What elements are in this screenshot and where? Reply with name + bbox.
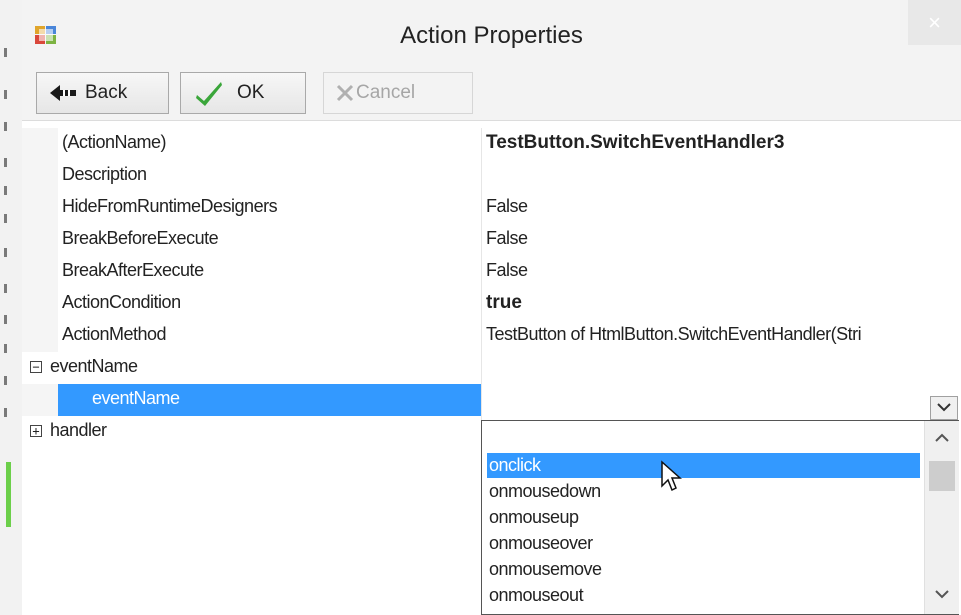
title-bar: Action Properties × [22, 0, 961, 70]
chevron-down-icon [937, 399, 951, 417]
list-item[interactable]: onmousemove [487, 557, 920, 582]
property-name: (ActionName) [62, 132, 167, 152]
property-name: BreakAfterExecute [62, 260, 204, 280]
back-label: Back [85, 82, 128, 103]
scroll-up-icon[interactable] [925, 427, 959, 449]
property-name: eventName [92, 388, 180, 408]
back-button[interactable]: Back [36, 72, 169, 114]
property-value: TestButton.SwitchEventHandler3 [486, 132, 785, 153]
property-value: true [486, 292, 522, 313]
list-item[interactable]: onmouseover [487, 531, 920, 556]
scroll-down-icon[interactable] [925, 583, 959, 605]
background-window-edge [0, 0, 23, 615]
property-value: TestButton of HtmlButton.SwitchEventHand… [486, 324, 862, 344]
property-row[interactable]: ActionMethod TestButton of HtmlButton.Sw… [22, 320, 961, 352]
group-name: eventName [50, 356, 138, 376]
checkmark-icon [195, 79, 223, 107]
action-properties-dialog: Action Properties × Back OK Cancel (Acti… [22, 0, 961, 615]
property-name: ActionCondition [62, 292, 181, 312]
scrollbar-thumb[interactable] [929, 461, 955, 491]
expand-icon[interactable]: + [30, 425, 42, 437]
ok-button[interactable]: OK [180, 72, 306, 114]
group-name: handler [50, 420, 107, 440]
cancel-button[interactable]: Cancel [323, 72, 473, 114]
property-row[interactable]: BreakAfterExecute False [22, 256, 961, 288]
property-row-eventname-selected[interactable]: eventName [22, 384, 961, 416]
property-name: HideFromRuntimeDesigners [62, 196, 278, 216]
ok-label: OK [237, 82, 265, 103]
property-value: False [486, 196, 528, 216]
property-row[interactable]: BreakBeforeExecute False [22, 224, 961, 256]
list-item[interactable]: onmouseup [487, 505, 920, 530]
collapse-icon[interactable]: − [30, 361, 42, 373]
toolbar: Back OK Cancel [22, 70, 961, 121]
cancel-x-icon [336, 84, 354, 102]
property-row[interactable]: HideFromRuntimeDesigners False [22, 192, 961, 224]
list-item[interactable]: onmouseout [487, 583, 920, 608]
property-name: BreakBeforeExecute [62, 228, 219, 248]
list-item[interactable]: onmousedown [487, 479, 920, 504]
property-row[interactable]: ActionCondition true [22, 288, 961, 320]
dropdown-toggle-button[interactable] [930, 396, 958, 420]
property-name: Description [62, 164, 147, 184]
property-row[interactable]: Description [22, 160, 961, 192]
close-button[interactable]: × [908, 0, 961, 45]
cancel-label: Cancel [356, 82, 416, 103]
property-value: False [486, 228, 528, 248]
group-row-eventname[interactable]: − eventName [22, 352, 961, 384]
back-arrow-icon [49, 83, 77, 103]
property-row[interactable]: (ActionName) TestButton.SwitchEventHandl… [22, 128, 961, 160]
mouse-cursor-icon [660, 460, 682, 497]
close-icon: × [928, 9, 941, 35]
property-name: ActionMethod [62, 324, 167, 344]
window-title: Action Properties [400, 22, 583, 49]
vertical-scrollbar[interactable] [924, 421, 959, 614]
property-value: False [486, 260, 528, 280]
list-item[interactable]: onclick [487, 453, 920, 478]
event-name-dropdown-list[interactable]: onclick onmousedown onmouseup onmouseove… [481, 420, 959, 615]
